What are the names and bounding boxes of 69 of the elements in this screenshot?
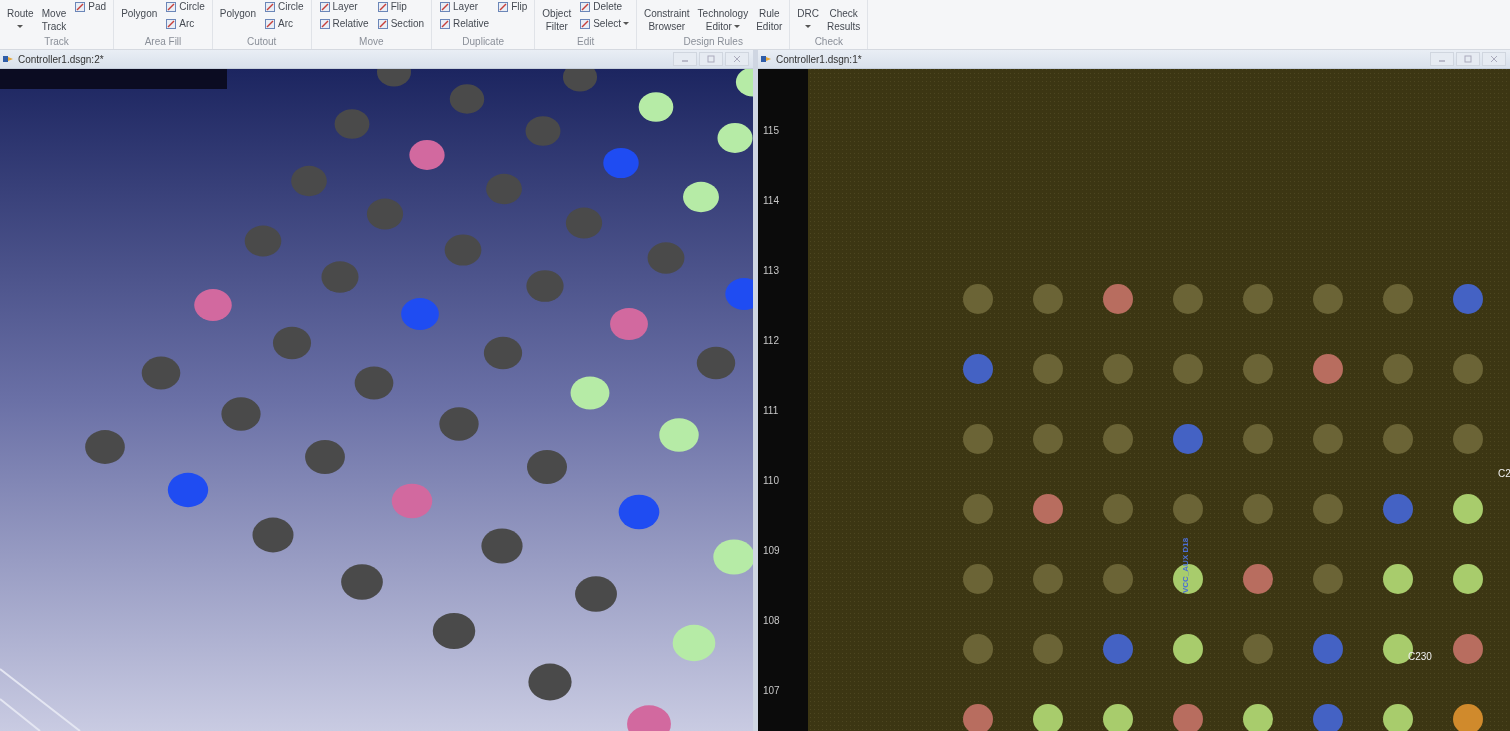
pin-label: VCC_AUX D18: [1181, 537, 1190, 593]
tool-icon: [439, 17, 452, 30]
group-label: Edit: [576, 36, 596, 48]
maximize-button[interactable]: [699, 52, 723, 66]
ribbon-button[interactable]: Move Track: [39, 0, 69, 33]
ribbon-button[interactable]: Delete: [577, 0, 631, 13]
group-label: Check: [813, 36, 844, 48]
ribbon-button[interactable]: Object Filter: [540, 0, 574, 33]
ribbon-button[interactable]: Polygon: [217, 0, 258, 20]
ribbon-button[interactable]: Arc: [163, 17, 207, 30]
splitter[interactable]: [753, 50, 758, 731]
ribbon-button[interactable]: Route: [5, 0, 36, 33]
close-icon: [733, 55, 741, 63]
tool-icon: [376, 17, 389, 30]
minimize-button[interactable]: [1430, 52, 1454, 66]
minimize-button[interactable]: [673, 52, 697, 66]
maximize-icon: [707, 55, 715, 63]
close-button[interactable]: [725, 52, 749, 66]
ribbon-button[interactable]: Layer: [316, 0, 371, 13]
ruler-label: 108: [763, 615, 780, 626]
group-label: Duplicate: [461, 36, 505, 48]
ribbon-button[interactable]: Arc: [261, 17, 306, 30]
caret-icon: [17, 25, 24, 28]
tool-icon: [263, 17, 276, 30]
pane-title: Controller1.dsgn:1*: [776, 53, 862, 65]
ruler-label: 113: [763, 265, 779, 276]
close-button[interactable]: [1482, 52, 1506, 66]
close-icon: [1490, 55, 1498, 63]
ribbon-button[interactable]: Section: [374, 17, 427, 30]
tool-icon: [579, 17, 592, 30]
group-label: Cutout: [245, 36, 278, 48]
ribbon-button[interactable]: DRC: [795, 0, 821, 33]
reference-label: C2: [1498, 468, 1510, 479]
ruler-label: 115: [763, 125, 779, 136]
ribbon-button[interactable]: Rule Editor: [754, 0, 785, 33]
ribbon-button[interactable]: Polygon: [119, 0, 160, 20]
ribbon-button[interactable]: Circle: [261, 0, 306, 13]
ruler-label: 109: [763, 545, 780, 556]
document-icon: [2, 54, 14, 64]
ribbon-button[interactable]: Constraint Browser: [642, 0, 692, 33]
maximize-button[interactable]: [1456, 52, 1480, 66]
reference-label: C230: [1408, 651, 1432, 662]
ribbon-button[interactable]: Relative: [316, 17, 371, 30]
ruler-label: 111: [763, 405, 779, 416]
document-icon: [760, 54, 772, 64]
caret-icon: [623, 22, 629, 25]
ruler-label: 112: [763, 335, 779, 346]
group-label: Design Rules: [682, 36, 744, 48]
tool-icon: [318, 17, 331, 30]
ribbon-button[interactable]: Pad: [72, 0, 109, 13]
caret-icon: [733, 25, 740, 28]
ribbon-button[interactable]: Relative: [437, 17, 492, 30]
maximize-icon: [1464, 55, 1472, 63]
caret-icon: [805, 25, 812, 28]
group-label: Move: [358, 36, 385, 48]
ribbon-button[interactable]: Flip: [495, 0, 530, 13]
ruler-label: 107: [763, 685, 780, 696]
pane-title: Controller1.dsgn:2*: [18, 53, 104, 65]
ribbon-button[interactable]: Check Results: [824, 0, 863, 33]
ribbon-button[interactable]: Layer: [437, 0, 492, 13]
ribbon-button[interactable]: Select: [577, 17, 631, 30]
group-label: Track: [43, 36, 70, 48]
ribbon-button[interactable]: Flip: [374, 0, 427, 13]
ribbon-button[interactable]: Technology Editor: [695, 0, 751, 33]
ruler-label: 114: [763, 195, 779, 206]
group-label: Area Fill: [143, 36, 183, 48]
ribbon-button[interactable]: Circle: [163, 0, 207, 13]
ruler-label: 110: [763, 475, 779, 486]
tool-icon: [165, 17, 178, 30]
